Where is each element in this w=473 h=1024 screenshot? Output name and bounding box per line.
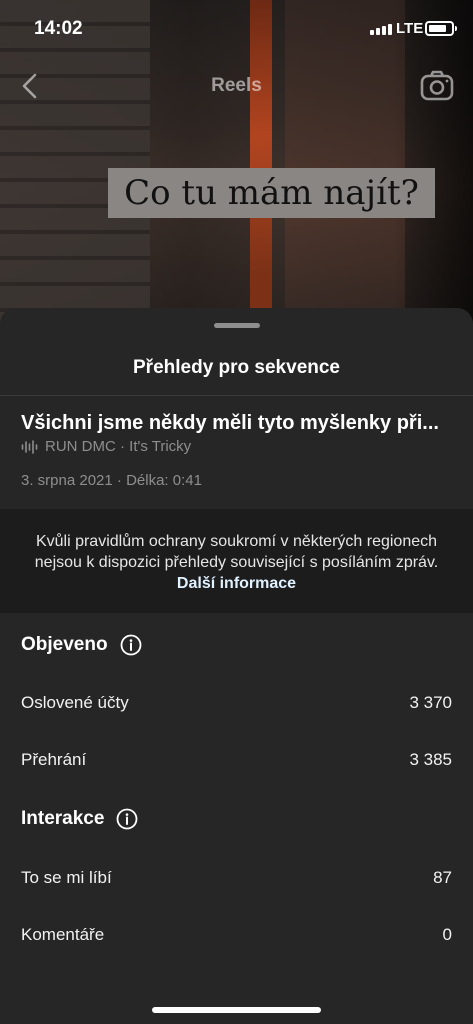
stat-label: Komentáře <box>21 925 105 944</box>
section-interactions-title: Interakce <box>21 808 105 829</box>
battery-icon <box>425 21 457 36</box>
cellular-signal-icon <box>370 24 392 35</box>
stat-value: 87 <box>433 868 452 887</box>
camera-icon[interactable] <box>420 70 454 102</box>
sheet-grabber[interactable] <box>214 323 260 328</box>
stat-label: Přehrání <box>21 750 87 769</box>
privacy-notice: Kvůli pravidlům ochrany soukromí v někte… <box>0 509 473 613</box>
info-icon[interactable] <box>116 808 138 830</box>
stat-row-likes: To se mi líbí 87 <box>21 868 452 888</box>
stat-row-accounts-reached: Oslovené účty 3 370 <box>21 693 452 713</box>
audio-row[interactable]: RUN DMC · It's Tricky <box>21 438 191 455</box>
reel-caption: Co tu mám najít? <box>108 168 435 218</box>
section-discovery-title: Objeveno <box>21 634 108 655</box>
stat-value: 0 <box>442 925 452 944</box>
nav-title: Reels <box>211 75 262 96</box>
stat-label: Oslovené účty <box>21 693 129 712</box>
divider <box>0 395 473 396</box>
notice-body: Kvůli pravidlům ochrany soukromí v někte… <box>34 533 439 571</box>
sheet-title: Přehledy pro sekvence <box>133 357 340 378</box>
status-time: 14:02 <box>34 18 83 39</box>
privacy-notice-text: Kvůli pravidlům ochrany soukromí v někte… <box>30 531 443 594</box>
stat-value: 3 385 <box>409 750 452 769</box>
home-indicator[interactable] <box>152 1007 321 1013</box>
audio-waveform-icon <box>21 439 38 454</box>
insights-sheet: Přehledy pro sekvence Všichni jsme někdy… <box>0 308 473 1024</box>
reel-title: Všichni jsme někdy měli tyto myšlenky př… <box>21 412 439 434</box>
audio-track: RUN DMC · It's Tricky <box>45 438 192 455</box>
section-interactions: Interakce <box>21 808 138 830</box>
learn-more-link[interactable]: Další informace <box>177 575 296 592</box>
section-discovery: Objeveno <box>21 634 142 656</box>
status-bar: 14:02 LTE <box>0 0 473 56</box>
info-icon[interactable] <box>120 634 142 656</box>
stat-value: 3 370 <box>409 693 452 712</box>
stat-label: To se mi líbí <box>21 868 112 887</box>
stat-row-plays: Přehrání 3 385 <box>21 750 452 770</box>
network-type: LTE <box>396 20 424 37</box>
stat-row-comments: Komentáře 0 <box>21 925 452 945</box>
reel-meta: 3. srpna 2021 · Délka: 0:41 <box>21 472 202 489</box>
